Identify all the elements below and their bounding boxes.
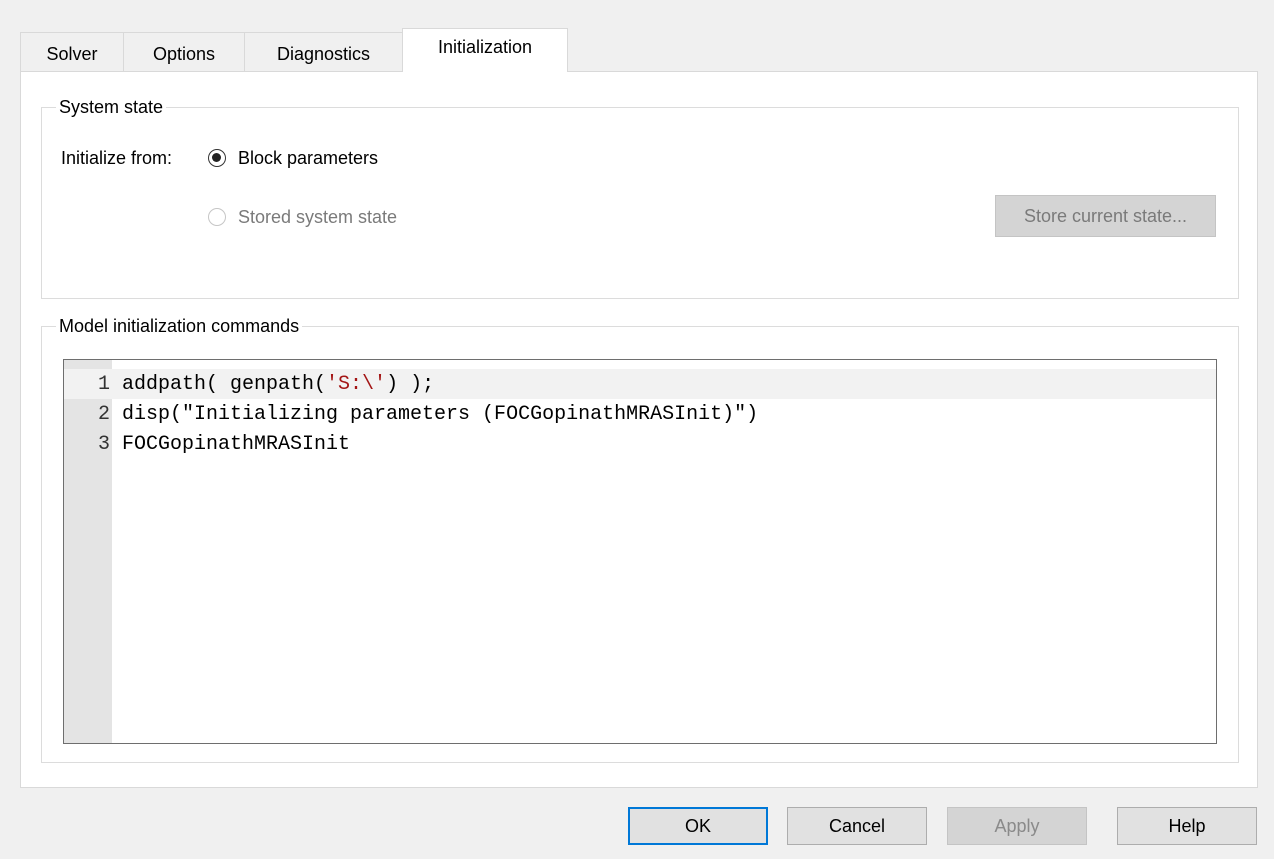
help-button[interactable]: Help (1117, 807, 1257, 845)
radio-block-parameters[interactable]: Block parameters (208, 146, 378, 170)
tab-diagnostics[interactable]: Diagnostics (244, 32, 403, 72)
line-number: 1 (97, 372, 110, 396)
string-literal: 'S:\' (326, 372, 387, 396)
code-text: disp("Initializing parameters (FOCGopina… (122, 402, 759, 426)
model-initialization-commands-legend: Model initialization commands (56, 314, 303, 338)
configuration-dialog: Solver Options Diagnostics Initializatio… (0, 0, 1274, 859)
radio-button-unchecked (208, 208, 226, 226)
store-current-state-button: Store current state... (995, 195, 1216, 237)
radio-stored-system-state: Stored system state (208, 205, 397, 229)
radio-button-checked[interactable] (208, 149, 226, 167)
code-line[interactable]: 1 addpath( genpath('S:\') ); (64, 369, 1216, 399)
line-number: 2 (97, 402, 110, 426)
tab-options[interactable]: Options (123, 32, 245, 72)
tab-solver[interactable]: Solver (20, 32, 124, 72)
tab-bar: Solver Options Diagnostics Initializatio… (20, 28, 568, 72)
code-line[interactable]: 3 FOCGopinathMRASInit (64, 429, 1216, 459)
line-number: 3 (97, 432, 110, 456)
initialization-panel: System state Initialize from: Block para… (20, 71, 1258, 788)
code-editor[interactable]: 1 addpath( genpath('S:\') ); 2 disp("Ini… (63, 359, 1217, 744)
tab-initialization[interactable]: Initialization (402, 28, 568, 72)
system-state-legend: System state (56, 95, 167, 119)
cancel-button[interactable]: Cancel (787, 807, 927, 845)
initialize-from-label: Initialize from: (61, 148, 173, 168)
radio-block-parameters-label: Block parameters (238, 148, 379, 168)
apply-button: Apply (947, 807, 1087, 845)
code-text: addpath( genpath('S:\') ); (122, 372, 435, 396)
radio-stored-system-state-label: Stored system state (238, 207, 398, 227)
code-text: FOCGopinathMRASInit (122, 432, 351, 456)
ok-button[interactable]: OK (628, 807, 768, 845)
code-line[interactable]: 2 disp("Initializing parameters (FOCGopi… (64, 399, 1216, 429)
